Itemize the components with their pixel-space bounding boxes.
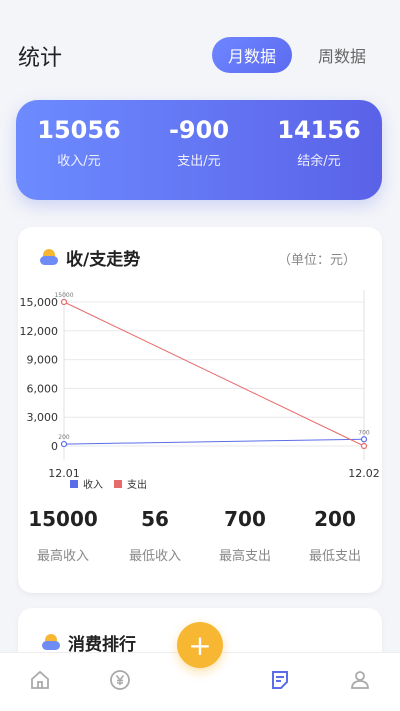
stat-value: 56 — [141, 507, 169, 531]
legend-label: 收入 — [83, 478, 103, 491]
legend-swatch — [114, 480, 122, 488]
y-tick-label: 0 — [51, 440, 58, 453]
data-point — [360, 436, 368, 443]
stat-min-expense: 200 最低支出 — [290, 507, 380, 564]
header: 统计 月数据 周数据 — [0, 0, 400, 100]
stat-label: 最低支出 — [308, 549, 361, 564]
trend-chart: 0 3,000 6,000 9,000 12,000 15,000 12.01 12.02 20… — [20, 290, 380, 491]
stat-value: 15000 — [28, 507, 98, 531]
expense-summary: -900 支出/元 — [144, 116, 254, 169]
series-line — [63, 438, 365, 445]
period-switch: 月数据 周数据 — [211, 37, 382, 73]
data-point — [60, 440, 68, 448]
data-label: 15000 — [54, 292, 73, 299]
yen-icon[interactable] — [105, 665, 135, 695]
data-point — [360, 442, 368, 450]
summary-card: 15056 收入/元 -900 支出/元 14156 结余/元 — [16, 100, 382, 200]
balance-label: 结余/元 — [297, 154, 341, 169]
data-label: 200 — [58, 434, 70, 441]
add-button[interactable]: + — [177, 622, 223, 668]
income-total: 15056 — [37, 116, 121, 144]
y-tick-label: 3,000 — [27, 411, 59, 424]
stat-label: 最低收入 — [128, 549, 181, 564]
x-tick-label: 12.01 — [48, 467, 80, 480]
income-label: 收入/元 — [57, 154, 101, 169]
report-icon[interactable] — [265, 665, 295, 695]
legend-swatch — [70, 480, 78, 488]
user-icon[interactable] — [345, 665, 375, 695]
stat-max-income: 15000 最高收入 — [18, 507, 108, 564]
stat-label: 最高收入 — [36, 549, 89, 564]
tab-week[interactable]: 周数据 — [302, 37, 382, 73]
weather-icon — [42, 633, 60, 652]
y-tick-label: 12,000 — [20, 325, 59, 338]
trend-card: 收/支走势 （单位：元） 0 3,000 6,000 9,000 12,000 15,00… — [18, 227, 382, 593]
tab-month[interactable]: 月数据 — [211, 37, 292, 73]
y-tick-label: 9,000 — [27, 354, 59, 367]
home-icon[interactable] — [25, 665, 55, 695]
stat-value: 700 — [224, 507, 266, 531]
stat-value: 200 — [314, 507, 356, 531]
stat-label: 最高支出 — [218, 549, 271, 564]
y-tick-label: 6,000 — [27, 382, 59, 395]
stat-max-expense: 700 最高支出 — [200, 507, 290, 564]
x-tick-label: 12.02 — [348, 467, 380, 480]
data-point — [60, 298, 68, 306]
stat-min-income: 56 最低收入 — [110, 507, 200, 564]
balance-summary: 14156 结余/元 — [264, 116, 374, 169]
legend-label: 支出 — [127, 478, 147, 491]
expense-label: 支出/元 — [177, 154, 221, 169]
balance-total: 14156 — [277, 116, 361, 144]
trend-stats: 15000 最高收入 56 最低收入 700 最高支出 200 最低支出 — [18, 507, 382, 577]
y-tick-label: 15,000 — [20, 296, 59, 309]
expense-total: -900 — [168, 116, 230, 144]
page-title: 统计 — [18, 46, 63, 71]
data-label: 700 — [358, 429, 370, 436]
income-summary: 15056 收入/元 — [24, 116, 134, 169]
series-line — [63, 301, 365, 447]
